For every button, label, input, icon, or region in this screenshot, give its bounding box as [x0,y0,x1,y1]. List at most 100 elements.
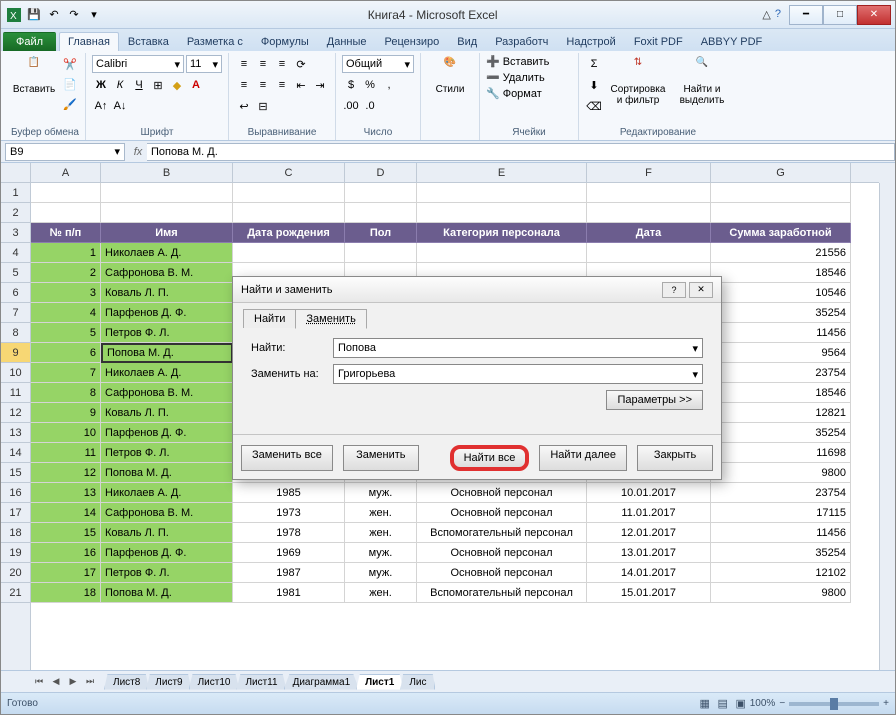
increase-font-icon[interactable]: A↑ [92,97,110,115]
dec-decimal-icon[interactable]: .0 [361,97,379,115]
delete-cells-button[interactable]: ➖Удалить [486,71,572,84]
sheet-tab[interactable]: Лист1 [356,674,403,690]
underline-button[interactable]: Ч [130,76,148,94]
replace-input[interactable]: Григорьева▾ [333,364,703,384]
formula-input[interactable]: Попова М. Д. [147,143,895,161]
wrap-text-icon[interactable]: ↩ [235,97,253,115]
table-row[interactable]: 16Парфенов Д. Ф.1969муж.Основной персона… [31,543,879,563]
align-bottom-icon[interactable]: ≡ [273,55,291,73]
row-header[interactable]: 12 [1,403,31,423]
find-all-button[interactable]: Найти все [450,445,530,471]
zoom-out-button[interactable]: − [779,698,785,709]
params-button[interactable]: Параметры >> [606,390,703,410]
align-right-icon[interactable]: ≡ [273,76,291,94]
tab-abbyy[interactable]: ABBYY PDF [692,32,772,51]
row-header[interactable]: 10 [1,363,31,383]
sheet-nav-last-icon[interactable]: ⏭ [82,674,98,690]
row-header[interactable]: 5 [1,263,31,283]
decrease-font-icon[interactable]: A↓ [111,97,129,115]
col-header-B[interactable]: B [101,163,233,182]
find-next-button[interactable]: Найти далее [539,445,627,471]
paste-button[interactable]: 📋 Вставить [11,55,57,97]
tab-view[interactable]: Вид [448,32,486,51]
orientation-icon[interactable]: ⟳ [292,55,310,73]
row-header[interactable]: 16 [1,483,31,503]
dialog-tab-find[interactable]: Найти [243,309,296,328]
sheet-tab[interactable]: Лис [400,674,435,690]
table-row[interactable]: 18Попова М. Д.1981жен.Вспомогательный пе… [31,583,879,603]
table-row[interactable]: 17Петров Ф. Л.1987муж.Основной персонал1… [31,563,879,583]
tab-addins[interactable]: Надстрой [557,32,624,51]
row-header[interactable]: 13 [1,423,31,443]
styles-button[interactable]: 🎨Стили [427,55,473,97]
find-input[interactable]: Попова▾ [333,338,703,358]
fill-icon[interactable]: ⬇ [585,76,603,94]
number-format-combo[interactable]: Общий▾ [342,55,414,73]
view-layout-icon[interactable]: ▤ [714,695,732,713]
col-header-F[interactable]: F [587,163,711,182]
merge-icon[interactable]: ⊟ [254,97,272,115]
row-header[interactable]: 9 [1,343,31,363]
replace-all-button[interactable]: Заменить все [241,445,333,471]
clear-icon[interactable]: ⌫ [585,97,603,115]
replace-button[interactable]: Заменить [343,445,419,471]
tab-formulas[interactable]: Формулы [252,32,318,51]
tab-insert[interactable]: Вставка [119,32,178,51]
tab-developer[interactable]: Разработч [486,32,557,51]
font-name-combo[interactable]: Calibri▾ [92,55,184,73]
maximize-button[interactable]: □ [823,5,857,25]
border-button[interactable]: ⊞ [149,76,167,94]
comma-icon[interactable]: , [380,76,398,94]
col-header-C[interactable]: C [233,163,345,182]
dialog-close-button[interactable]: ✕ [689,282,713,298]
tab-foxit[interactable]: Foxit PDF [625,32,692,51]
sheet-tab[interactable]: Диаграмма1 [284,674,360,690]
indent-inc-icon[interactable]: ⇥ [311,76,329,94]
dialog-help-button[interactable]: ? [662,282,686,298]
row-header[interactable]: 18 [1,523,31,543]
tab-data[interactable]: Данные [318,32,376,51]
row-header[interactable]: 7 [1,303,31,323]
align-left-icon[interactable]: ≡ [235,76,253,94]
italic-button[interactable]: К [111,76,129,94]
bold-button[interactable]: Ж [92,76,110,94]
qat-dropdown-icon[interactable]: ▾ [85,6,103,24]
tab-review[interactable]: Рецензиро [376,32,449,51]
table-row[interactable]: 15Коваль Л. П.1978жен.Вспомогательный пе… [31,523,879,543]
name-box[interactable]: B9▾ [5,143,125,161]
align-center-icon[interactable]: ≡ [254,76,272,94]
col-header-D[interactable]: D [345,163,417,182]
close-button[interactable]: ✕ [857,5,891,25]
col-header-G[interactable]: G [711,163,851,182]
col-header-E[interactable]: E [417,163,587,182]
fx-icon[interactable]: fx [129,146,147,158]
col-header-A[interactable]: A [31,163,101,182]
row-header[interactable]: 8 [1,323,31,343]
fill-color-button[interactable]: ◆ [168,76,186,94]
save-icon[interactable]: 💾 [25,6,43,24]
row-header[interactable]: 11 [1,383,31,403]
inc-decimal-icon[interactable]: .00 [342,97,360,115]
row-header[interactable]: 14 [1,443,31,463]
zoom-level[interactable]: 100% [750,698,776,709]
select-all-corner[interactable] [1,163,31,183]
row-header[interactable]: 6 [1,283,31,303]
table-row[interactable]: 14Сафронова В. М.1973жен.Основной персон… [31,503,879,523]
sheet-nav-prev-icon[interactable]: ◀ [48,674,64,690]
undo-icon[interactable]: ↶ [45,6,63,24]
percent-icon[interactable]: % [361,76,379,94]
format-cells-button[interactable]: 🔧Формат [486,87,572,100]
currency-icon[interactable]: $ [342,76,360,94]
zoom-in-button[interactable]: + [883,698,889,709]
sort-filter-button[interactable]: ⇅Сортировка и фильтр [607,55,669,108]
row-header[interactable]: 15 [1,463,31,483]
autosum-icon[interactable]: Σ [585,55,603,73]
help-icon[interactable]: ? [775,8,781,21]
table-row[interactable]: 13Николаев А. Д.1985муж.Основной персона… [31,483,879,503]
indent-dec-icon[interactable]: ⇤ [292,76,310,94]
close-dialog-button[interactable]: Закрыть [637,445,713,471]
sheet-tab[interactable]: Лист11 [236,674,286,690]
cut-icon[interactable]: ✂️ [61,55,79,73]
sheet-tab[interactable]: Лист10 [189,674,240,690]
tab-layout[interactable]: Разметка с [178,32,252,51]
